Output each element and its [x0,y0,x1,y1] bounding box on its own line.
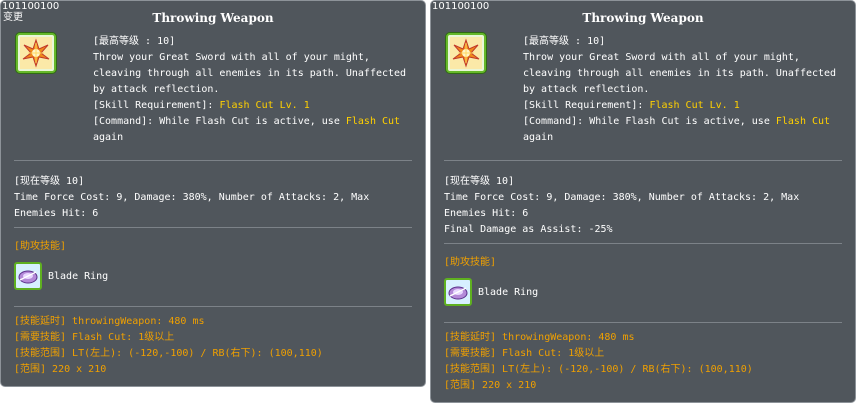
cmd-suffix: again [93,132,124,143]
cmd-suffix: again [523,132,554,143]
extra-line: [需要技能] Flash Cut: 1级以上 [444,348,605,359]
cmd-prefix: [Command]: While Flash Cut is active, us… [93,116,346,127]
skill-requirement: [Skill Requirement]: Flash Cut Lv. 1 [523,98,841,114]
skill-description: [最高等级 : 10] Throw your Great Sword with … [523,34,841,146]
extra-line: [需要技能] Flash Cut: 1级以上 [14,332,175,343]
extra-line: [技能范围] LT(左上): (-120,-100) / RB(右下): (10… [14,348,323,359]
skill-title: Throwing Weapon [582,11,704,25]
extra-line: [技能延时] throwingWeapon: 480 ms [444,332,635,343]
extra-info-section: [技能延时] throwingWeapon: 480 ms [需要技能] Fla… [444,330,842,394]
desc-line: cleaving through all enemies in its path… [93,68,407,79]
req-value: Flash Cut Lv. 1 [219,100,310,111]
current-level-section: [现在等级 10] Time Force Cost: 9, Damage: 38… [14,174,412,222]
extra-line: [范围] 220 x 210 [14,364,107,375]
current-level: [现在等级 10] [444,176,515,187]
divider [14,227,412,228]
current-level: [现在等级 10] [14,176,85,187]
extra-line: [技能延时] throwingWeapon: 480 ms [14,316,205,327]
divider [444,243,842,244]
throwing-weapon-icon [16,33,56,73]
stats-line: Final Damage as Assist: -25% [444,224,613,235]
desc-line: Throw your Great Sword with all of your … [93,52,370,63]
command-line: [Command]: While Flash Cut is active, us… [523,114,841,130]
req-value: Flash Cut Lv. 1 [649,100,740,111]
assist-skill-name: Blade Ring [478,287,539,298]
command-line: [Command]: While Flash Cut is active, us… [93,114,411,130]
divider [14,160,412,161]
stats-line: Time Force Cost: 9, Damage: 380%, Number… [14,192,370,203]
skill-description: [最高等级 : 10] Throw your Great Sword with … [93,34,411,146]
extra-line: [范围] 220 x 210 [444,380,537,391]
desc-line: Throw your Great Sword with all of your … [523,52,800,63]
skill-tooltip-left: 101100100 变更 Throwing Weapon [最高等级 : 10]… [0,0,426,387]
desc-line: by attack reflection. [523,84,650,95]
skill-requirement: [Skill Requirement]: Flash Cut Lv. 1 [93,98,411,114]
max-level: [最高等级 : 10] [93,36,176,47]
stats-line: Time Force Cost: 9, Damage: 380%, Number… [444,192,800,203]
assist-skill-name: Blade Ring [48,271,109,282]
divider [444,322,842,323]
blade-ring-icon [444,278,472,306]
desc-line: by attack reflection. [93,84,220,95]
stats-line: Enemies Hit: 6 [444,208,529,219]
cmd-prefix: [Command]: While Flash Cut is active, us… [523,116,776,127]
desc-line: cleaving through all enemies in its path… [523,68,837,79]
req-prefix: [Skill Requirement]: [93,100,220,111]
cmd-value: Flash Cut [775,116,831,127]
current-level-section: [现在等级 10] Time Force Cost: 9, Damage: 38… [444,174,842,238]
assist-header: [助攻技能] [444,257,497,268]
assist-header: [助攻技能] [14,241,67,252]
max-level: [最高等级 : 10] [523,36,606,47]
throwing-weapon-icon [446,33,486,73]
divider [14,306,412,307]
blade-ring-icon [14,262,42,290]
extra-line: [技能范围] LT(左上): (-120,-100) / RB(右下): (10… [444,364,753,375]
skill-tooltip-right: 101100100 Throwing Weapon [最高等级 : 10] Th… [430,0,856,403]
extra-info-section: [技能延时] throwingWeapon: 480 ms [需要技能] Fla… [14,314,412,378]
skill-title: Throwing Weapon [152,11,274,25]
divider [444,160,842,161]
stats-line: Enemies Hit: 6 [14,208,99,219]
cmd-value: Flash Cut [345,116,401,127]
req-prefix: [Skill Requirement]: [523,100,650,111]
